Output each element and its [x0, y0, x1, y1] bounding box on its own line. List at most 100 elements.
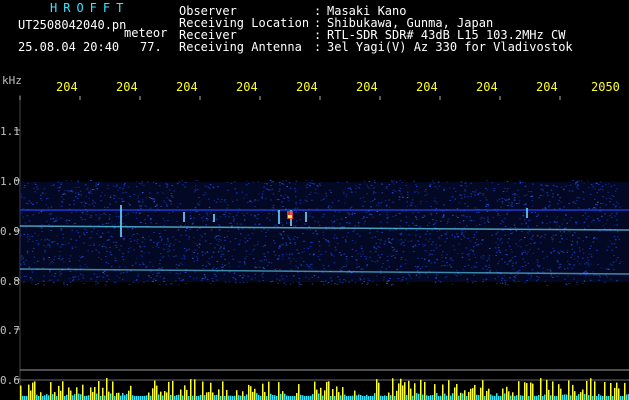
noise-speck — [136, 279, 138, 281]
noise-speck — [470, 182, 473, 184]
noise-speck — [62, 237, 65, 239]
noise-speck — [92, 201, 95, 203]
noise-speck — [461, 256, 464, 258]
noise-speck — [576, 284, 578, 286]
noise-speck — [273, 251, 275, 253]
noise-speck — [444, 276, 446, 278]
noise-speck — [314, 220, 316, 222]
noise-speck — [445, 257, 447, 259]
noise-speck — [279, 268, 281, 270]
noise-speck — [512, 193, 514, 195]
noise-speck — [576, 200, 578, 202]
noise-speck — [487, 221, 490, 223]
noise-speck — [596, 192, 599, 194]
noise-speck — [610, 198, 613, 200]
noise-speck — [122, 271, 125, 273]
noise-speck — [349, 207, 352, 209]
noise-speck — [588, 208, 590, 210]
noise-speck — [521, 181, 524, 183]
noise-speck — [578, 180, 580, 182]
noise-speck — [283, 197, 285, 199]
noise-speck — [226, 236, 229, 238]
noise-speck — [93, 228, 95, 230]
noise-speck — [488, 259, 491, 261]
activity-bar — [328, 381, 330, 400]
noise-speck — [501, 258, 503, 260]
noise-speck — [376, 210, 379, 212]
noise-speck — [537, 214, 540, 216]
noise-speck — [218, 238, 221, 240]
x-tick-label: 2050 — [591, 80, 620, 94]
noise-speck — [511, 202, 513, 204]
activity-bar — [400, 378, 402, 400]
noise-speck — [100, 235, 102, 237]
noise-speck — [223, 247, 225, 249]
noise-speck — [381, 231, 383, 233]
noise-speck — [357, 222, 360, 224]
noise-speck — [60, 228, 63, 230]
noise-speck — [362, 196, 365, 198]
noise-speck — [25, 202, 27, 204]
noise-speck — [280, 244, 283, 246]
noise-speck — [287, 237, 290, 239]
noise-speck — [262, 245, 265, 247]
activity-bar — [534, 395, 536, 400]
noise-speck — [295, 204, 297, 206]
noise-speck — [432, 219, 434, 221]
noise-speck — [395, 224, 398, 226]
activity-bar — [90, 387, 92, 400]
noise-speck — [84, 218, 86, 220]
x-tick-label: 204 — [236, 80, 258, 94]
noise-speck — [528, 219, 530, 221]
noise-speck — [254, 200, 256, 202]
noise-speck — [498, 198, 501, 200]
noise-speck — [362, 253, 364, 255]
noise-speck — [556, 259, 559, 261]
noise-speck — [335, 237, 338, 239]
noise-speck — [364, 201, 367, 203]
noise-speck — [500, 238, 502, 240]
noise-speck — [142, 263, 144, 265]
noise-speck — [136, 233, 139, 235]
activity-bar — [278, 382, 280, 400]
noise-speck — [48, 257, 50, 259]
noise-speck — [241, 191, 244, 193]
noise-speck — [220, 256, 222, 258]
noise-speck — [100, 258, 103, 260]
activity-bar — [412, 395, 414, 400]
noise-speck — [224, 199, 226, 201]
noise-speck — [386, 214, 388, 216]
noise-speck — [105, 223, 108, 225]
noise-speck — [514, 281, 516, 283]
noise-speck — [245, 184, 248, 186]
noise-speck — [530, 274, 532, 276]
noise-speck — [589, 263, 592, 265]
noise-speck — [20, 263, 22, 265]
noise-speck — [227, 230, 230, 232]
noise-speck — [153, 241, 155, 243]
noise-speck — [115, 242, 117, 244]
noise-speck — [380, 202, 383, 204]
noise-speck — [148, 252, 150, 254]
noise-speck — [254, 273, 257, 275]
noise-speck — [481, 217, 483, 219]
noise-speck — [68, 277, 71, 279]
noise-speck — [605, 204, 607, 206]
noise-speck — [475, 225, 478, 227]
noise-speck — [216, 244, 219, 246]
noise-speck — [61, 201, 64, 203]
noise-speck — [459, 274, 462, 276]
activity-bar — [242, 391, 244, 400]
noise-speck — [257, 193, 260, 195]
noise-speck — [53, 184, 55, 186]
noise-speck — [215, 235, 217, 237]
noise-speck — [505, 249, 507, 251]
y-tick-label: 0.7 — [0, 324, 20, 337]
noise-speck — [430, 205, 432, 207]
noise-speck — [417, 240, 420, 242]
noise-speck — [398, 239, 400, 241]
noise-speck — [105, 247, 108, 249]
noise-speck — [118, 197, 121, 199]
noise-speck — [376, 204, 378, 206]
noise-speck — [566, 238, 568, 240]
